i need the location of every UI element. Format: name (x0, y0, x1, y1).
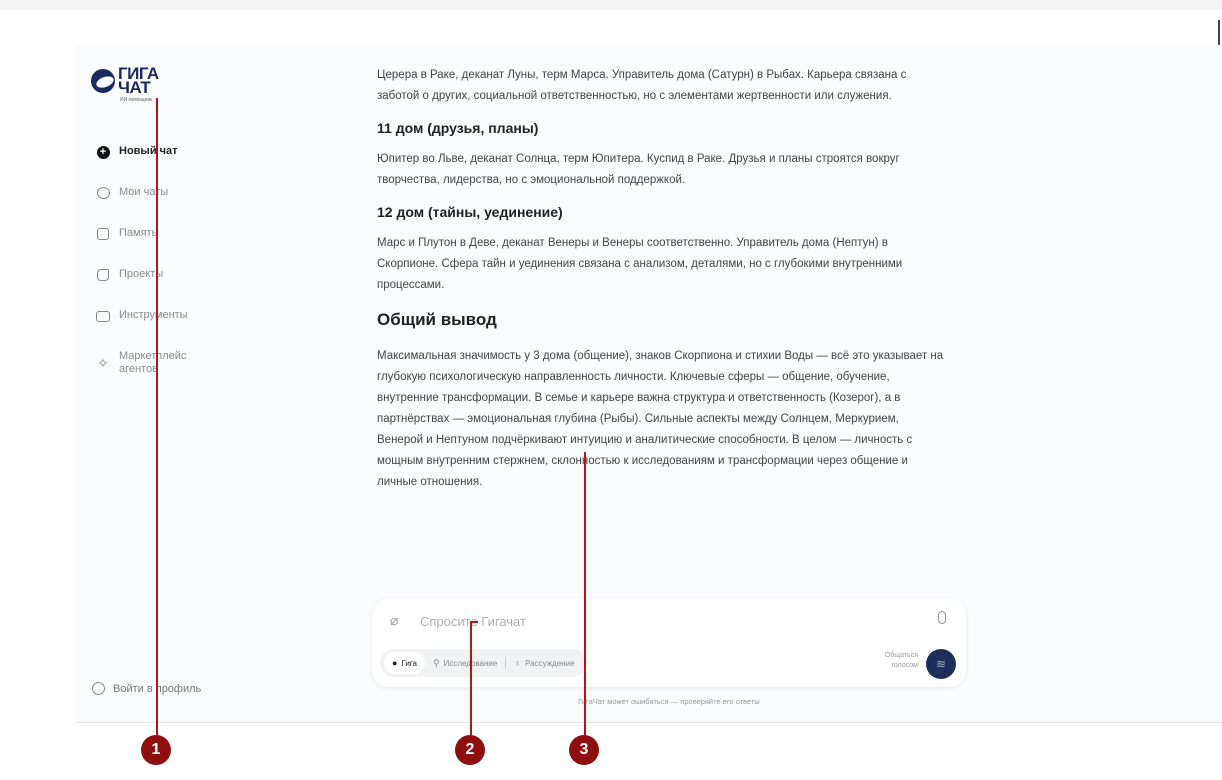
waveform-icon: ≋ (935, 657, 947, 671)
paragraph-house-11: Юпитер во Льве, деканат Солнца, терм Юпи… (377, 153, 900, 186)
voice-label-line2: голосом (891, 662, 918, 669)
heading-house-11: 11 дом (друзья, планы) (377, 120, 539, 136)
callout-badge-3: 3 (569, 735, 599, 765)
memory-icon (96, 227, 110, 241)
mode-giga[interactable]: ● Гига (384, 652, 425, 674)
paperclip-icon[interactable]: ⌀ (390, 612, 398, 629)
logo[interactable]: ГИГА ЧАТ (91, 65, 159, 97)
callout-badge-2: 2 (455, 735, 485, 765)
disclaimer: ГигаЧат может ошибаться — проверяйте его… (578, 697, 760, 706)
mode-selector: ● Гига ⚲ Исследование ♀ Рассуждение (380, 649, 587, 677)
chats-icon (96, 186, 110, 200)
research-icon: ⚲ (432, 657, 440, 668)
sidebar-item-label: Новый чат (119, 145, 178, 157)
tools-icon (96, 309, 110, 323)
sidebar-item-memory[interactable]: Память (96, 227, 209, 268)
mode-reasoning[interactable]: ♀ Рассуждение (506, 652, 582, 674)
profile-icon (92, 682, 105, 695)
composer: ⌀ ● Гига ⚲ Исследование ♀ Рассуждение Об… (372, 599, 966, 687)
app-window: ГИГА ЧАТ ИИ-помощник + Новый чат Мои чат… (76, 45, 1222, 723)
ask-input[interactable] (418, 609, 862, 633)
sidebar-item-projects[interactable]: Проекты (96, 268, 209, 309)
mode-label: Гига (401, 658, 417, 668)
microphone-icon[interactable] (938, 611, 946, 624)
callout-line-2 (470, 622, 472, 738)
heading-house-12: 12 дом (тайны, уединение) (377, 204, 563, 220)
projects-icon (96, 268, 110, 282)
callout-line-3 (584, 452, 586, 738)
sidebar-item-label: Инструменты (119, 309, 188, 321)
giga-icon: ● (392, 658, 398, 668)
voice-label-line1: Общаться (884, 652, 918, 659)
voice-label: Общаться голосом (885, 651, 918, 671)
logo-mark-icon (91, 69, 115, 93)
sidebar-item-new-chat[interactable]: + Новый чат (96, 145, 209, 186)
logo-text-line2: ЧАТ (118, 78, 151, 97)
sidebar-item-marketplace[interactable]: ✧ Маркетплейс агентов (96, 350, 209, 391)
callout-tick-2 (470, 621, 478, 623)
logo-subtitle: ИИ-помощник (120, 97, 153, 103)
mode-label: Рассуждение (525, 658, 575, 668)
sidebar-nav: + Новый чат Мои чаты Память Проекты Инст… (96, 145, 209, 391)
sidebar: ГИГА ЧАТ ИИ-помощник + Новый чат Мои чат… (76, 45, 346, 722)
chat-message: Церера в Раке, деканат Луны, терм Марса.… (377, 65, 947, 503)
sparkle-icon: ✧ (97, 355, 109, 371)
login-button[interactable]: Войти в профиль (92, 682, 201, 695)
callout-line-1 (156, 98, 158, 738)
voice-button[interactable]: ≋ (926, 649, 956, 679)
sidebar-item-label: Память (119, 227, 158, 239)
heading-summary: Общий вывод (377, 310, 497, 329)
sidebar-item-label: Мои чаты (119, 186, 169, 198)
sidebar-item-tools[interactable]: Инструменты (96, 309, 209, 350)
scrollbar[interactable] (1218, 20, 1220, 46)
paragraph-summary: Максимальная значимость у 3 дома (общени… (377, 350, 944, 488)
window-top-bar (0, 0, 1222, 10)
logo-text: ГИГА ЧАТ (118, 65, 159, 97)
sidebar-item-label: Маркетплейс агентов (119, 350, 187, 375)
paragraph-house-12: Марс и Плутон в Деве, деканат Венеры и В… (377, 237, 903, 291)
sidebar-item-my-chats[interactable]: Мои чаты (96, 186, 209, 227)
paragraph-intro: Церера в Раке, деканат Луны, терм Марса.… (377, 69, 907, 102)
mode-research[interactable]: ⚲ Исследование (425, 652, 505, 674)
callout-badge-1: 1 (141, 735, 171, 765)
plus-circle-icon: + (96, 145, 110, 159)
lightbulb-icon: ♀ (514, 658, 522, 668)
